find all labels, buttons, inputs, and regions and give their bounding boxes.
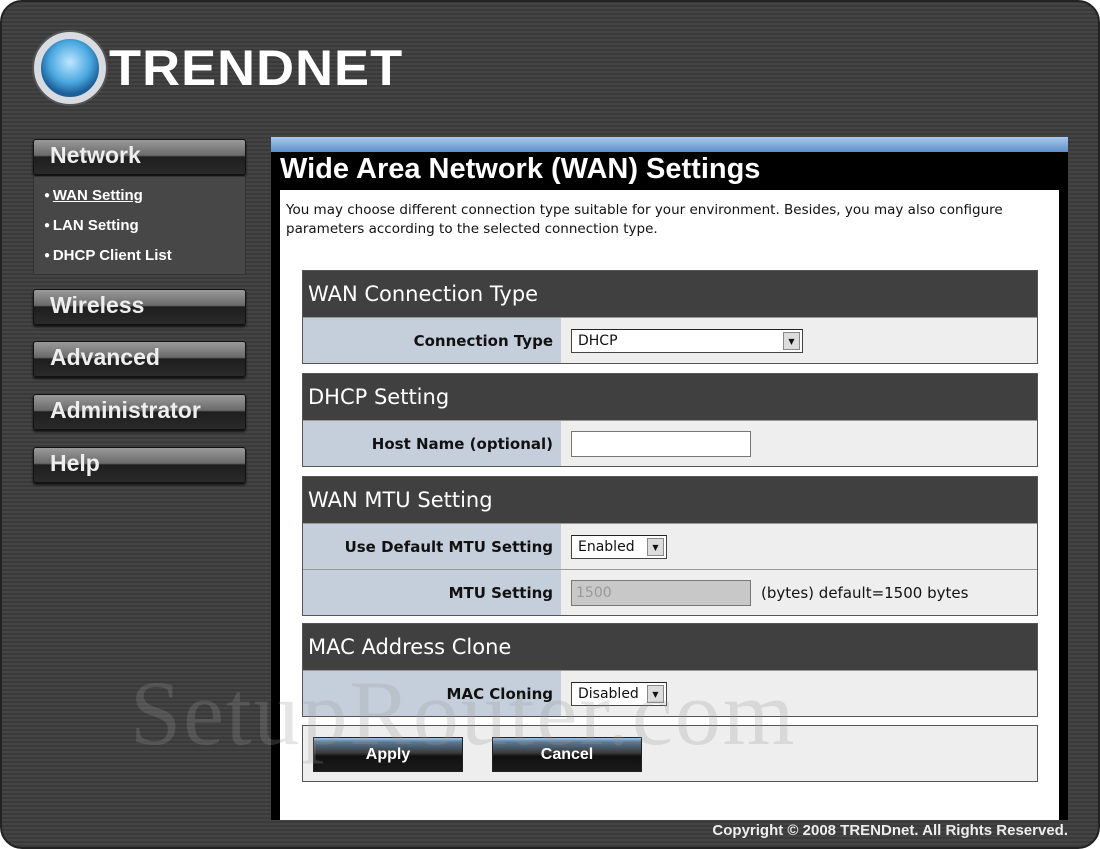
button-bar: Apply Cancel (302, 725, 1038, 782)
mtu-input[interactable]: 1500 (571, 579, 751, 606)
nav-dhcp-client-list[interactable]: DHCP Client List (34, 247, 245, 277)
globe-icon (34, 32, 106, 104)
nav-help[interactable]: Help (33, 447, 246, 483)
mtu-hint: (bytes) default=1500 bytes (761, 583, 969, 602)
nav-wan-setting[interactable]: WAN Setting (34, 187, 245, 217)
field-label: Use Default MTU Setting (303, 524, 561, 569)
logo-text: TRENDNET (108, 40, 404, 96)
field-label: MTU Setting (303, 570, 561, 615)
content-area: You may choose different connection type… (280, 190, 1059, 820)
page-description: You may choose different connection type… (286, 202, 1003, 237)
chevron-down-icon[interactable]: ▼ (647, 684, 664, 703)
section-title: DHCP Setting (303, 374, 1037, 420)
nav-network[interactable]: Network (33, 139, 246, 175)
field-label: MAC Cloning (303, 671, 561, 716)
select-value: DHCP (578, 332, 618, 349)
nav-lan-setting[interactable]: LAN Setting (34, 217, 245, 247)
section-title: MAC Address Clone (303, 624, 1037, 670)
chevron-down-icon[interactable]: ▼ (783, 331, 800, 350)
chevron-down-icon[interactable]: ▼ (647, 537, 664, 556)
nav-advanced[interactable]: Advanced (33, 341, 246, 377)
host-name-input[interactable] (571, 430, 751, 457)
section-dhcp-setting: DHCP Setting Host Name (optional) (302, 373, 1038, 467)
select-value: Enabled (578, 538, 635, 555)
cancel-button[interactable]: Cancel (492, 737, 642, 772)
copyright: Copyright © 2008 TRENDnet. All Rights Re… (712, 822, 1068, 839)
page-title: Wide Area Network (WAN) Settings (280, 153, 761, 185)
nav-administrator[interactable]: Administrator (33, 394, 246, 430)
section-title: WAN MTU Setting (303, 477, 1037, 523)
mac-cloning-select[interactable]: Disabled ▼ (571, 681, 667, 706)
apply-button[interactable]: Apply (313, 737, 463, 772)
network-submenu: WAN Setting LAN Setting DHCP Client List (33, 176, 246, 275)
section-title: WAN Connection Type (303, 271, 1037, 317)
field-label: Host Name (optional) (303, 421, 561, 466)
field-label: Connection Type (303, 318, 561, 363)
default-mtu-select[interactable]: Enabled ▼ (571, 534, 667, 559)
main-panel: Wide Area Network (WAN) Settings You may… (271, 137, 1068, 820)
panel-accent-bar (271, 137, 1068, 152)
section-mac-address-clone: MAC Address Clone MAC Cloning Disabled ▼ (302, 623, 1038, 717)
nav-wireless[interactable]: Wireless (33, 289, 246, 325)
select-value: Disabled (578, 685, 639, 702)
connection-type-select[interactable]: DHCP ▼ (571, 328, 803, 353)
nav-label: WAN Setting (52, 187, 143, 204)
nav-label: DHCP Client List (52, 247, 172, 264)
section-wan-connection-type: WAN Connection Type Connection Type DHCP… (302, 270, 1038, 364)
section-wan-mtu-setting: WAN MTU Setting Use Default MTU Setting … (302, 476, 1038, 616)
nav-label: LAN Setting (52, 217, 139, 234)
trendnet-logo: TRENDNET (34, 32, 402, 104)
